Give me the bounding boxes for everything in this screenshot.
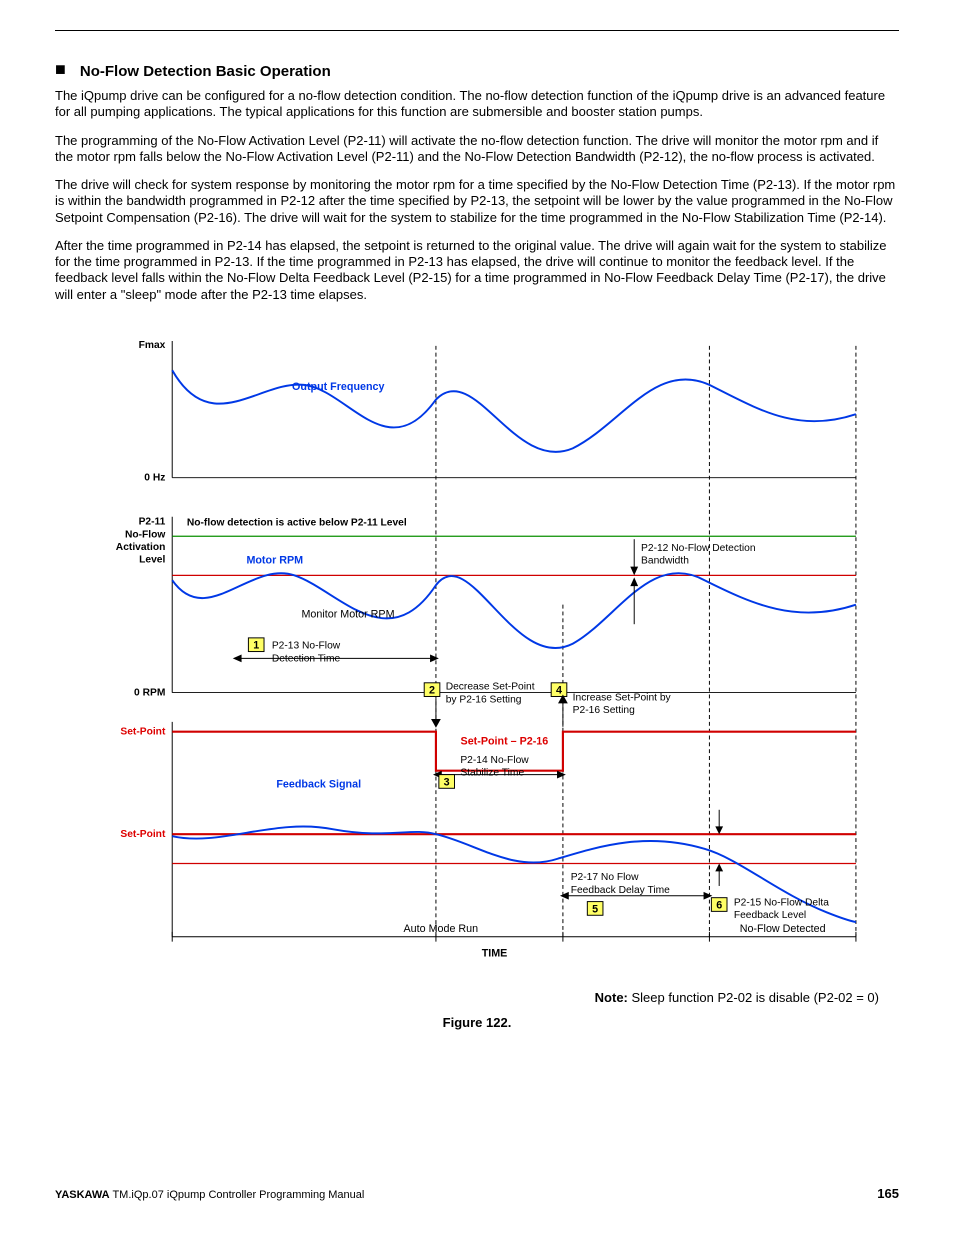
- label-p211-c: Activation: [116, 542, 166, 553]
- svg-text:6: 6: [716, 899, 722, 911]
- label-p217-b: Feedback Delay Time: [571, 885, 670, 896]
- label-0rpm: 0 RPM: [134, 687, 165, 698]
- label-time: TIME: [482, 947, 508, 959]
- label-p215-b: Feedback Level: [734, 910, 806, 921]
- svg-text:1: 1: [253, 639, 259, 651]
- paragraph-2: The programming of the No-Flow Activatio…: [55, 133, 899, 166]
- svg-text:3: 3: [444, 776, 450, 788]
- svg-text:4: 4: [556, 684, 562, 696]
- footer-doc: TM.iQp.07 iQpump Controller Programming …: [110, 1189, 365, 1201]
- label-p217-a: P2-17 No Flow: [571, 872, 639, 883]
- page-footer: YASKAWA TM.iQp.07 iQpump Controller Prog…: [55, 1186, 899, 1201]
- label-0hz: 0 Hz: [144, 472, 165, 483]
- paragraph-1: The iQpump drive can be configured for a…: [55, 88, 899, 121]
- paragraph-3: The drive will check for system response…: [55, 177, 899, 226]
- label-dec-a: Decrease Set-Point: [446, 681, 535, 692]
- top-rule: [55, 30, 899, 31]
- footer-brand: YASKAWA: [55, 1189, 110, 1201]
- label-sp2: Set-Point: [120, 829, 166, 840]
- label-feedback: Feedback Signal: [276, 778, 361, 790]
- label-dec-b: by P2-16 Setting: [446, 694, 522, 705]
- svg-text:5: 5: [592, 903, 598, 915]
- footer-page: 165: [877, 1186, 899, 1201]
- heading-text: No-Flow Detection Basic Operation: [80, 63, 331, 80]
- label-p211-d: Level: [139, 554, 165, 565]
- svg-text:2: 2: [429, 684, 435, 696]
- label-p215-a: P2-15 No-Flow Delta: [734, 897, 829, 908]
- label-p212-a: P2-12 No-Flow Detection: [641, 543, 756, 554]
- label-p212-b: Bandwidth: [641, 555, 689, 566]
- figure-diagram: Fmax 0 Hz Output Frequency P2-11 No-Flow…: [55, 331, 899, 1030]
- note-text: Sleep function P2-02 is disable (P2-02 =…: [628, 990, 879, 1005]
- label-monitor-rpm: Monitor Motor RPM: [301, 608, 394, 620]
- label-inc-a: Increase Set-Point by: [573, 692, 672, 703]
- curve-motor-rpm: [172, 573, 856, 648]
- label-sp1: Set-Point: [120, 726, 166, 737]
- footer-left: YASKAWA TM.iQp.07 iQpump Controller Prog…: [55, 1189, 364, 1201]
- label-noflow-active: No-flow detection is active below P2-11 …: [187, 517, 407, 528]
- figure-caption: Figure 122.: [55, 1015, 899, 1030]
- label-p213-b: Detection Time: [272, 653, 341, 664]
- paragraph-4: After the time programmed in P2-14 has e…: [55, 238, 899, 303]
- figure-note: Note: Sleep function P2-02 is disable (P…: [55, 990, 899, 1005]
- label-motor-rpm: Motor RPM: [246, 554, 303, 566]
- label-p213-a: P2-13 No-Flow: [272, 640, 341, 651]
- label-fmax: Fmax: [139, 340, 166, 351]
- label-p211-a: P2-11: [139, 516, 166, 527]
- label-sp-minus: Set-Point – P2-16: [461, 735, 549, 747]
- label-output-frequency: Output Frequency: [292, 381, 384, 393]
- note-bold: Note:: [595, 990, 628, 1005]
- label-p214-a: P2-14 No-Flow: [460, 755, 529, 766]
- label-autorun: Auto Mode Run: [404, 923, 479, 935]
- label-noflow-detected: No-Flow Detected: [740, 923, 826, 935]
- bullet-icon: ■: [55, 60, 66, 78]
- label-p214-b: Stabilize Time: [460, 767, 524, 778]
- curve-output-frequency: [172, 370, 856, 452]
- label-inc-b: P2-16 Setting: [573, 705, 635, 716]
- label-p211-b: No-Flow: [125, 529, 165, 540]
- section-heading: ■ No-Flow Detection Basic Operation: [55, 61, 899, 80]
